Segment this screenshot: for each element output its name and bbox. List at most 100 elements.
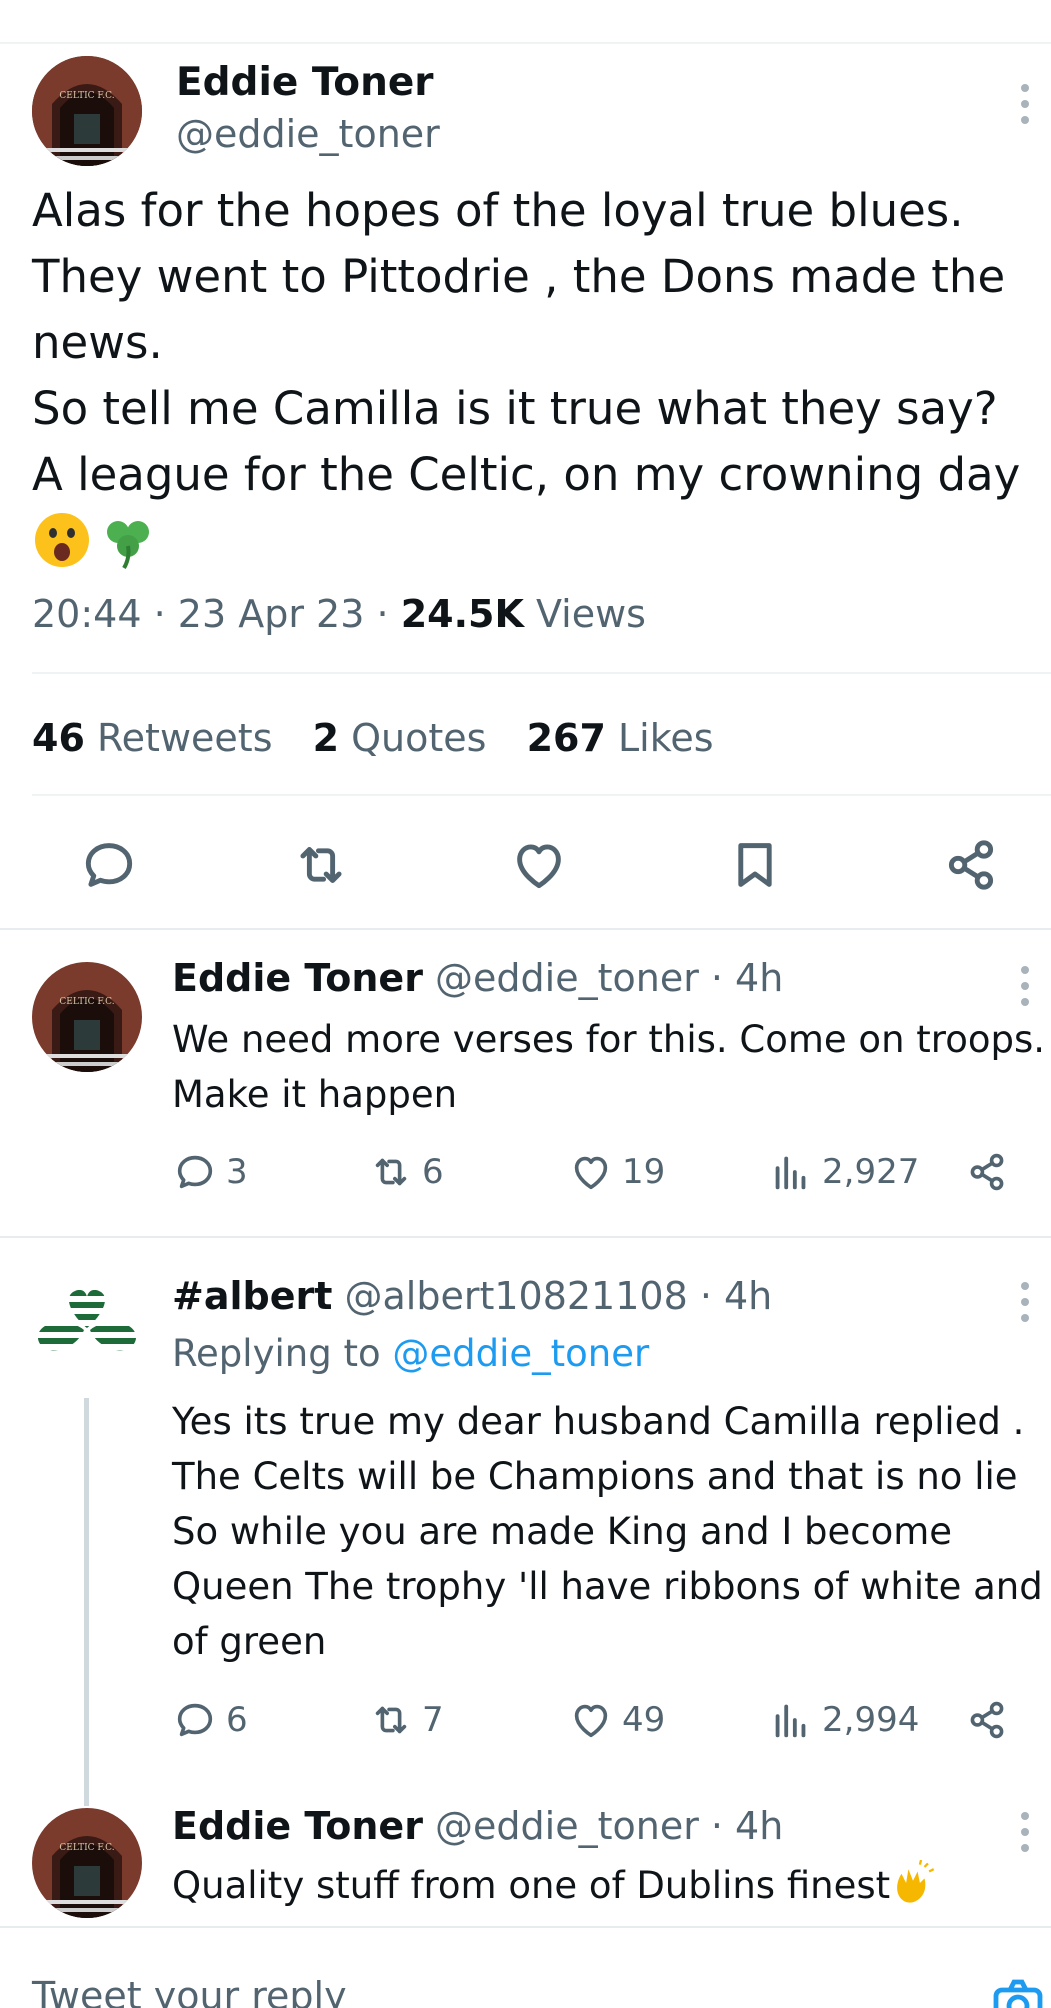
- like-count: 49: [622, 1700, 666, 1740]
- thread-connector-line: [84, 1398, 89, 1806]
- reply-button[interactable]: [78, 834, 140, 896]
- reply-line: We need more verses for this. Come on tr…: [172, 1018, 1045, 1061]
- tweet-thread-page: CELTIC F.C. Eddie Toner @eddie_toner Ala…: [0, 0, 1051, 2008]
- tweet-text: Alas for the hopes of the loyal true blu…: [32, 178, 1042, 508]
- tweet-action-bar: [0, 834, 1051, 904]
- more-options-icon[interactable]: [1018, 1282, 1032, 1322]
- reply-avatar[interactable]: [32, 1278, 142, 1388]
- reply-count: 3: [226, 1152, 248, 1192]
- tweet-time[interactable]: 20:44: [32, 592, 142, 636]
- like-icon: [574, 1704, 608, 1738]
- more-options-icon[interactable]: [1018, 1812, 1032, 1852]
- reply-tweet[interactable]: CELTIC F.C. Eddie Toner @eddie_toner · 4…: [0, 930, 1051, 1236]
- more-options-icon[interactable]: [1018, 966, 1032, 1006]
- reply-avatar[interactable]: CELTIC F.C.: [32, 1808, 142, 1918]
- views-button[interactable]: 2,994: [768, 1696, 919, 1744]
- replying-to-label: Replying to: [172, 1332, 381, 1375]
- divider: [32, 794, 1051, 796]
- reply-input[interactable]: Tweet your reply: [32, 1974, 347, 2008]
- more-options-icon[interactable]: [1018, 84, 1032, 124]
- like-button[interactable]: [508, 834, 570, 896]
- share-icon: [948, 840, 994, 890]
- reply-action-bar: 3 6 19 2,927: [172, 1148, 1032, 1196]
- reply-author-name[interactable]: #albert: [172, 1274, 332, 1318]
- engagement-stats: 46 Retweets 2 Quotes 267 Likes: [32, 716, 714, 760]
- reply-avatar[interactable]: CELTIC F.C.: [32, 962, 142, 1072]
- reply-header: #albert @albert10821108 · 4h: [172, 1274, 772, 1318]
- views-count: 24.5K: [400, 592, 524, 636]
- like-button[interactable]: 49: [568, 1696, 665, 1744]
- replying-to-mention[interactable]: @eddie_toner: [392, 1332, 649, 1375]
- reply-text: Yes its true my dear husband Camilla rep…: [172, 1394, 1051, 1669]
- retweet-button[interactable]: [290, 834, 352, 896]
- reply-author-name[interactable]: Eddie Toner: [172, 956, 423, 1000]
- retweet-count: 6: [422, 1152, 444, 1192]
- green-white-shamrock-avatar-icon: [32, 1278, 142, 1388]
- views-bar-chart-icon: [775, 1156, 806, 1190]
- quotes-count: 2: [312, 716, 340, 760]
- tweet-date[interactable]: 23 Apr 23: [178, 592, 365, 636]
- reply-header: Eddie Toner @eddie_toner · 4h: [172, 956, 783, 1000]
- likes-stat[interactable]: 267 Likes: [527, 716, 714, 760]
- like-count: 19: [622, 1152, 666, 1192]
- like-button[interactable]: 19: [568, 1148, 665, 1196]
- celtic-park-gate-avatar-icon: CELTIC F.C.: [32, 1808, 142, 1918]
- view-count: 2,927: [822, 1152, 920, 1192]
- reply-line: So while you are made King and I become: [172, 1510, 953, 1553]
- retweet-button[interactable]: 6: [368, 1148, 444, 1196]
- tweet-line: They went to Pittodrie , the Dons made t…: [32, 250, 1006, 303]
- quotes-stat[interactable]: 2 Quotes: [313, 716, 487, 760]
- reply-button[interactable]: 3: [172, 1148, 248, 1196]
- tweet-meta: 20:44 · 23 Apr 23 · 24.5K Views: [32, 592, 646, 636]
- reply-tweet[interactable]: CELTIC F.C. Eddie Toner @eddie_toner · 4…: [0, 1798, 1051, 1926]
- reply-icon: [85, 843, 133, 887]
- retweet-button[interactable]: 7: [368, 1696, 444, 1744]
- retweets-stat[interactable]: 46 Retweets: [32, 716, 273, 760]
- svg-text:CELTIC F.C.: CELTIC F.C.: [59, 1843, 114, 1853]
- retweet-icon: [300, 847, 342, 883]
- camera-button[interactable]: [990, 1974, 1046, 2008]
- retweets-label: Retweets: [96, 716, 273, 760]
- divider: [32, 672, 1051, 674]
- reply-line: Quality stuff from one of Dublins finest: [172, 1864, 891, 1907]
- share-button[interactable]: [940, 834, 1002, 896]
- svg-text:CELTIC F.C.: CELTIC F.C.: [59, 91, 114, 101]
- face-with-open-mouth-emoji-icon: [35, 513, 89, 567]
- reply-line: Queen The trophy 'll have ribbons of whi…: [172, 1565, 1043, 1608]
- retweet-icon: [375, 1706, 407, 1734]
- likes-label: Likes: [617, 716, 714, 760]
- like-icon: [517, 844, 561, 889]
- bookmark-icon: [738, 843, 772, 887]
- bookmark-button[interactable]: [724, 834, 786, 896]
- reply-author-handle[interactable]: @albert10821108 · 4h: [344, 1274, 772, 1318]
- camera-icon: [993, 1979, 1043, 2008]
- reply-button[interactable]: 6: [172, 1696, 248, 1744]
- meta-separator: ·: [376, 592, 389, 636]
- author-name[interactable]: Eddie Toner: [176, 60, 434, 105]
- views-button[interactable]: 2,927: [768, 1148, 919, 1196]
- reply-author-handle[interactable]: @eddie_toner · 4h: [435, 1804, 783, 1848]
- tweet-line: news.: [32, 316, 163, 369]
- tweet-line: A league for the Celtic, on my crowning …: [32, 448, 1021, 501]
- reply-composer: Tweet your reply: [0, 1928, 1051, 2008]
- share-icon: [970, 1701, 1004, 1739]
- retweet-count: 7: [422, 1700, 444, 1740]
- meta-separator: ·: [153, 592, 166, 636]
- reply-icon: [177, 1155, 213, 1189]
- author-handle[interactable]: @eddie_toner: [176, 112, 440, 156]
- reply-count: 6: [226, 1700, 248, 1740]
- reply-line: Make it happen: [172, 1073, 458, 1116]
- share-button[interactable]: [964, 1696, 1010, 1744]
- reply-author-handle[interactable]: @eddie_toner · 4h: [435, 956, 783, 1000]
- replying-to: Replying to @eddie_toner: [172, 1332, 649, 1375]
- reply-author-name[interactable]: Eddie Toner: [172, 1804, 423, 1848]
- like-icon: [574, 1156, 608, 1190]
- likes-count: 267: [526, 716, 606, 760]
- author-avatar[interactable]: CELTIC F.C.: [32, 56, 142, 166]
- quotes-label: Quotes: [351, 716, 487, 760]
- share-icon: [970, 1153, 1004, 1191]
- share-button[interactable]: [964, 1148, 1010, 1196]
- celtic-park-gate-avatar-icon: CELTIC F.C.: [32, 962, 142, 1072]
- reply-tweet[interactable]: #albert @albert10821108 · 4h Replying to…: [0, 1238, 1051, 1806]
- reply-text: Quality stuff from one of Dublins finest: [172, 1858, 1051, 1913]
